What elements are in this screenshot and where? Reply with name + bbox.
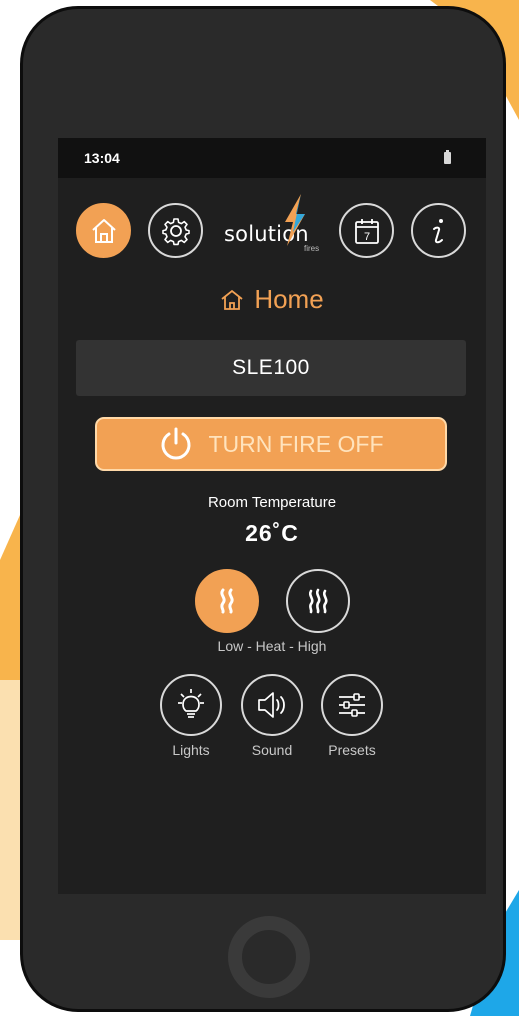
- presets-label: Presets: [328, 742, 376, 758]
- device-name: SLE100: [232, 356, 310, 379]
- home-button[interactable]: [76, 203, 131, 258]
- sound-button[interactable]: [241, 674, 303, 736]
- heat-low-icon: [220, 588, 234, 614]
- schedule-button[interactable]: 7: [339, 203, 394, 258]
- sound-label: Sound: [251, 742, 293, 758]
- brand-logo: solution fires: [224, 194, 324, 256]
- home-icon: [91, 218, 116, 243]
- room-temperature-label: Room Temperature: [207, 494, 337, 511]
- status-bar: 13:04: [58, 138, 486, 178]
- device-selector[interactable]: SLE100: [76, 340, 466, 396]
- gear-icon: [161, 217, 190, 245]
- phone-home-button[interactable]: [228, 916, 310, 998]
- turn-fire-off-button[interactable]: TURN FIRE OFF: [95, 417, 447, 471]
- presets-button[interactable]: [321, 674, 383, 736]
- status-time: 13:04: [84, 150, 120, 166]
- power-button-label: TURN FIRE OFF: [208, 430, 384, 457]
- info-icon: [432, 218, 443, 243]
- lights-label: Lights: [172, 742, 210, 758]
- app-screen: 13:04 solution fires 7 Home SLE100 TURN …: [58, 138, 486, 894]
- home-outline-icon: [221, 289, 243, 310]
- heat-high-icon: [308, 588, 328, 614]
- lightbulb-icon: [178, 689, 204, 718]
- heat-label: Low - Heat - High: [217, 638, 327, 654]
- heat-high-button[interactable]: [286, 569, 350, 633]
- room-temperature-value: 26˚C: [245, 520, 299, 546]
- power-icon: [162, 427, 191, 460]
- battery-icon: [444, 150, 451, 164]
- speaker-icon: [258, 692, 285, 718]
- heat-low-button[interactable]: [195, 569, 259, 633]
- info-button[interactable]: [411, 203, 466, 258]
- lightning-icon: [285, 194, 305, 246]
- page-title-text: Home: [254, 284, 324, 314]
- page-title: Home: [58, 284, 486, 315]
- settings-button[interactable]: [148, 203, 203, 258]
- sliders-icon: [339, 693, 365, 717]
- lights-button[interactable]: [160, 674, 222, 736]
- calendar-day: 7: [363, 231, 369, 243]
- logo-subtext: fires: [304, 244, 320, 253]
- calendar-icon: 7: [354, 218, 379, 244]
